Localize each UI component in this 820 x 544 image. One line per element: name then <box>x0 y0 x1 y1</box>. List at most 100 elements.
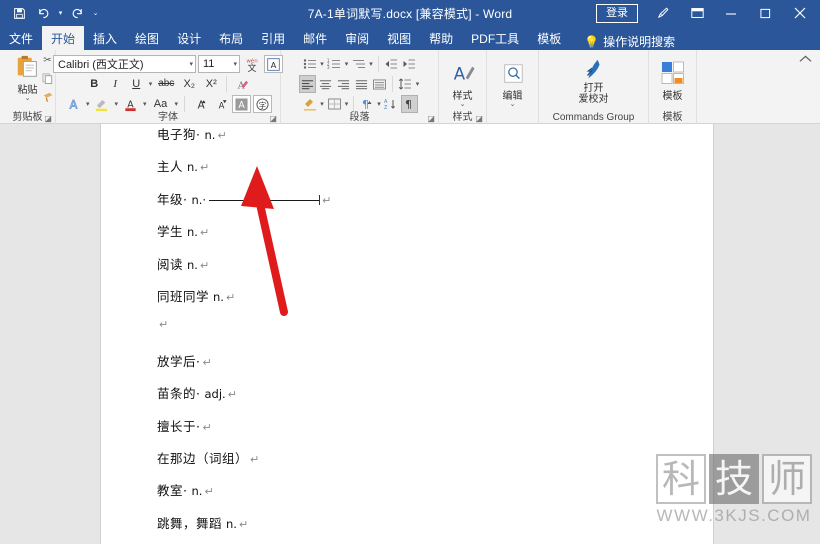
shading-dropdown-icon[interactable]: ▾ <box>319 100 325 108</box>
multilevel-list-icon[interactable] <box>350 55 367 73</box>
chevron-down-icon[interactable]: ▾ <box>189 60 193 68</box>
tab-layout[interactable]: 布局 <box>210 26 252 50</box>
increase-indent-icon[interactable] <box>401 55 418 73</box>
paragraph-dialog-launcher[interactable]: ◪ <box>427 114 435 123</box>
multilevel-dropdown-icon[interactable]: ▾ <box>368 60 374 68</box>
line-chinese: 学生 <box>157 224 184 240</box>
line-chinese: 在那边（词组） <box>157 450 249 466</box>
change-case-dropdown-icon[interactable]: ▾ <box>174 100 180 108</box>
lightbulb-icon: 💡 <box>584 34 600 49</box>
undo-icon[interactable] <box>32 2 54 24</box>
maximize-icon[interactable] <box>748 0 782 26</box>
tab-design[interactable]: 设计 <box>168 26 210 50</box>
chevron-down-icon[interactable]: ▾ <box>233 60 237 68</box>
document-line[interactable]: 年级· n.· ↵ <box>157 189 703 221</box>
styles-label: 样式 <box>452 91 473 102</box>
styles-dialog-launcher[interactable]: ◪ <box>475 114 483 123</box>
numbering-icon[interactable]: 123 <box>326 55 343 73</box>
font-dialog-launcher[interactable]: ◪ <box>269 114 277 123</box>
align-left-icon[interactable] <box>298 75 316 93</box>
tab-draw[interactable]: 绘图 <box>126 26 168 50</box>
fill-in-blank-underline[interactable] <box>209 199 320 201</box>
superscript-button[interactable]: X² <box>201 75 221 93</box>
format-painter-icon[interactable] <box>40 89 55 104</box>
justify-icon[interactable] <box>353 75 370 93</box>
template-button[interactable]: 模板 <box>653 58 693 102</box>
font-color-dropdown-icon[interactable]: ▾ <box>142 100 148 108</box>
line-chinese: 电子狗· <box>157 127 201 142</box>
tell-me-search[interactable]: 💡 操作说明搜索 <box>570 33 675 50</box>
tab-mailings[interactable]: 邮件 <box>294 26 336 50</box>
numbering-dropdown-icon[interactable]: ▾ <box>344 60 350 68</box>
line-spacing-dropdown-icon[interactable]: ▾ <box>415 80 421 88</box>
bold-button[interactable]: B <box>85 75 104 93</box>
ribbon-display-options-icon[interactable] <box>680 0 714 26</box>
redo-icon[interactable] <box>67 2 89 24</box>
document-line[interactable]: 电子狗· n. ↵ <box>157 124 703 156</box>
svg-text:3: 3 <box>327 65 330 70</box>
italic-button[interactable]: I <box>106 75 125 93</box>
clipboard-dialog-launcher[interactable]: ◪ <box>44 114 52 123</box>
phonetic-guide-icon[interactable]: wén 文 <box>242 55 262 73</box>
line-chinese: 跳舞，舞蹈 <box>157 515 223 531</box>
open-jiaodui-button[interactable]: 打开 爱校对 <box>559 56 629 105</box>
site-watermark: 科 技 师 WWW.3KJS.COM <box>656 454 812 526</box>
customize-qat-icon[interactable]: ⌄ <box>91 2 100 24</box>
group-paragraph: ▾ 123 ▾ ▾ ▾ ▾ ▾ ¶ ▾ A Z ¶ 段落 ◪ <box>281 50 439 124</box>
minimize-icon[interactable] <box>714 0 748 26</box>
tab-help[interactable]: 帮助 <box>420 26 462 50</box>
align-center-icon[interactable] <box>317 75 334 93</box>
document-line[interactable]: 学生 n. ↵ <box>157 221 703 253</box>
font-size-combobox[interactable]: 11 ▾ <box>198 55 240 73</box>
document-line[interactable]: 苗条的· adj. ↵ <box>157 383 703 415</box>
document-line[interactable]: 放学后· ↵ <box>157 351 703 383</box>
document-line[interactable]: ↵ <box>157 318 703 350</box>
line-spacing-icon[interactable] <box>397 75 414 93</box>
clear-formatting-button[interactable]: A <box>232 75 251 93</box>
tab-insert[interactable]: 插入 <box>84 26 126 50</box>
paragraph-mark: ↵ <box>225 290 236 304</box>
editing-dropdown-icon[interactable]: ⌄ <box>510 101 516 108</box>
document-line[interactable]: 阅读 n. ↵ <box>157 254 703 286</box>
styles-button[interactable]: A 样式 ⌄ <box>443 60 483 108</box>
undo-dropdown-icon[interactable]: ▾ <box>56 2 65 24</box>
tab-home[interactable]: 开始 <box>42 26 85 50</box>
paste-dropdown-icon[interactable]: ⌄ <box>25 95 31 102</box>
tab-file[interactable]: 文件 <box>0 26 43 50</box>
document-line[interactable]: 在那边（词组） ↵ <box>157 448 703 480</box>
watermark-url: WWW.3KJS.COM <box>656 506 812 525</box>
tab-pdf-tools[interactable]: PDF工具 <box>462 26 528 50</box>
text-effects-dropdown-icon[interactable]: ▾ <box>85 100 91 108</box>
editing-button[interactable]: 编辑 ⌄ <box>493 60 533 108</box>
document-line[interactable]: 跳舞，舞蹈 n. ↵ <box>157 513 703 544</box>
collapse-ribbon-icon[interactable] <box>799 54 812 66</box>
document-line[interactable]: 同班同学 n. ↵ <box>157 286 703 318</box>
borders-dropdown-icon[interactable]: ▾ <box>344 100 350 108</box>
sign-in-button[interactable]: 登录 <box>596 3 638 23</box>
bullets-dropdown-icon[interactable]: ▾ <box>319 60 325 68</box>
highlight-dropdown-icon[interactable]: ▾ <box>113 100 119 108</box>
underline-button[interactable]: U <box>127 75 146 93</box>
tab-template[interactable]: 模板 <box>528 26 570 50</box>
document-area[interactable]: 电子狗· n. ↵ 主人 n. ↵ 年级· n.· ↵ 学生 n. ↵ 阅读 n. ↵ 同班同学 n. ↵ ↵ 放学后… <box>0 124 820 544</box>
strikethrough-button[interactable]: abc <box>155 75 177 93</box>
underline-dropdown-icon[interactable]: ▾ <box>148 80 154 88</box>
show-marks-dropdown-icon[interactable]: ▾ <box>376 100 382 108</box>
document-line[interactable]: 主人 n. ↵ <box>157 156 703 188</box>
group-clipboard: 粘贴 ⌄ ✂ 剪贴板 ◪ <box>0 50 56 124</box>
document-page[interactable]: 电子狗· n. ↵ 主人 n. ↵ 年级· n.· ↵ 学生 n. ↵ 阅读 n. ↵ 同班同学 n. ↵ ↵ 放学后… <box>100 124 714 544</box>
document-line[interactable]: 教室· n. ↵ <box>157 480 703 512</box>
bullets-icon[interactable] <box>301 55 318 73</box>
tab-references[interactable]: 引用 <box>252 26 294 50</box>
save-icon[interactable] <box>8 2 30 24</box>
align-right-icon[interactable] <box>335 75 352 93</box>
distribute-icon[interactable] <box>371 75 388 93</box>
subscript-button[interactable]: X₂ <box>179 75 199 93</box>
tab-review[interactable]: 审阅 <box>336 26 378 50</box>
decrease-indent-icon[interactable] <box>383 55 400 73</box>
close-icon[interactable] <box>782 0 818 26</box>
ink-pen-icon[interactable] <box>646 0 680 26</box>
document-line[interactable]: 擅长于· ↵ <box>157 416 703 448</box>
tab-view[interactable]: 视图 <box>378 26 420 50</box>
font-name-combobox[interactable]: Calibri (西文正文) ▾ <box>53 55 196 73</box>
